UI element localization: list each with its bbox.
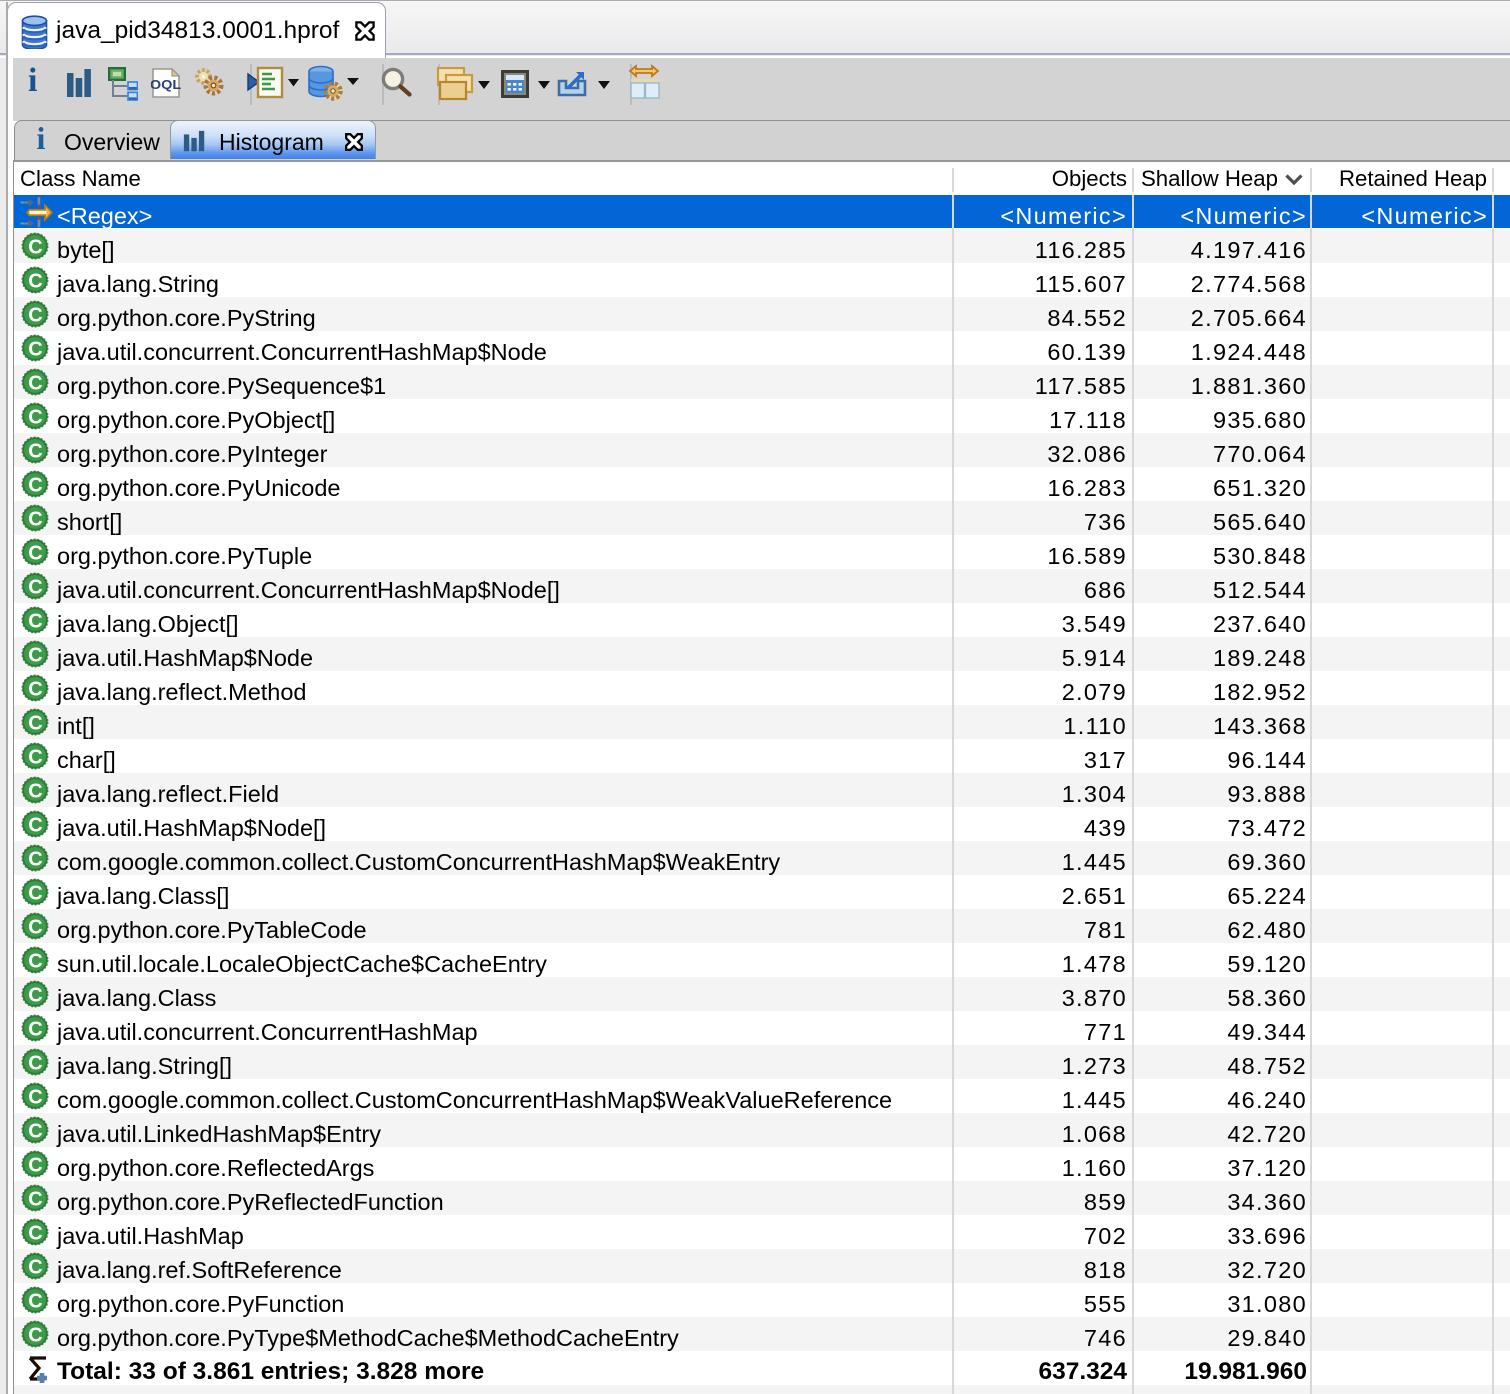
svg-text:C: C [28,747,42,769]
svg-text:C: C [28,1053,42,1075]
svg-text:C: C [28,815,42,837]
svg-text:C: C [28,849,42,871]
svg-text:C: C [28,543,42,565]
svg-text:C: C [28,1291,42,1313]
svg-text:C: C [28,781,42,803]
svg-text:C: C [28,305,42,327]
svg-text:C: C [28,679,42,701]
svg-text:C: C [28,271,42,293]
svg-text:C: C [28,577,42,599]
svg-text:C: C [28,1155,42,1177]
svg-text:C: C [28,475,42,497]
svg-text:C: C [28,1189,42,1211]
svg-text:C: C [28,985,42,1007]
svg-text:C: C [28,1325,42,1347]
svg-text:OQL: OQL [151,77,181,92]
svg-text:C: C [28,951,42,973]
svg-text:C: C [28,1257,42,1279]
svg-text:C: C [28,509,42,531]
svg-text:C: C [28,237,42,259]
svg-text:C: C [28,713,42,735]
svg-text:C: C [28,917,42,939]
svg-text:i: i [37,127,46,153]
svg-text:C: C [28,339,42,361]
svg-text:C: C [28,441,42,463]
svg-text:C: C [28,373,42,395]
svg-text:C: C [28,1019,42,1041]
svg-text:C: C [28,1121,42,1143]
svg-text:C: C [28,407,42,429]
svg-text:C: C [28,1223,42,1245]
svg-text:C: C [28,883,42,905]
svg-text:C: C [28,1087,42,1109]
svg-text:C: C [28,611,42,633]
svg-text:C: C [28,645,42,667]
